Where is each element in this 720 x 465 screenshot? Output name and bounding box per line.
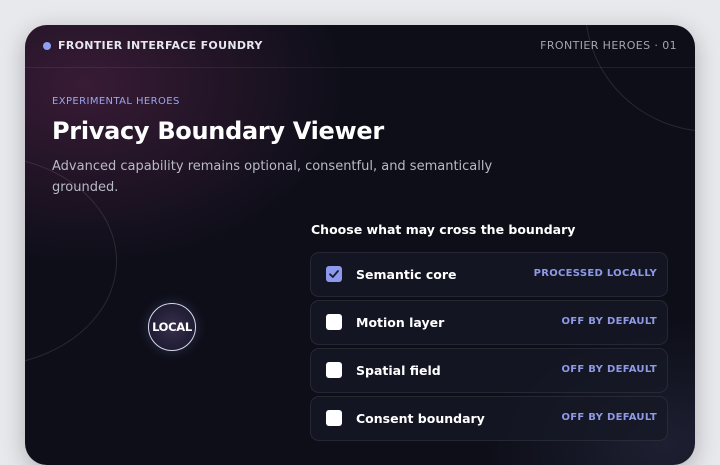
series-label: FRONTIER HEROES · 01 [540, 39, 677, 52]
spatial-field-checkbox[interactable] [326, 362, 342, 378]
boundary-options-list: Semantic core PROCESSED LOCALLY Motion l… [310, 252, 668, 444]
option-label: Semantic core [356, 267, 457, 282]
option-label: Consent boundary [356, 411, 485, 426]
option-label: Motion layer [356, 315, 445, 330]
page-subtitle: Advanced capability remains optional, co… [52, 159, 493, 195]
page-title: Privacy Boundary Viewer [52, 117, 384, 145]
option-label: Spatial field [356, 363, 441, 378]
privacy-boundary-window: FRONTIER INTERFACE FOUNDRY FRONTIER HERO… [25, 25, 695, 465]
brand-name: FRONTIER INTERFACE FOUNDRY [58, 39, 263, 52]
local-badge: LOCAL [148, 303, 196, 351]
option-consent-boundary[interactable]: Consent boundary OFF BY DEFAULT [310, 396, 668, 441]
eyebrow-label: EXPERIMENTAL HEROES [52, 96, 180, 107]
option-status: PROCESSED LOCALLY [533, 268, 657, 279]
option-motion-layer[interactable]: Motion layer OFF BY DEFAULT [310, 300, 668, 345]
brand-dot-icon [43, 42, 51, 50]
option-status: OFF BY DEFAULT [561, 412, 657, 423]
top-bar: FRONTIER INTERFACE FOUNDRY FRONTIER HERO… [25, 25, 695, 68]
option-status: OFF BY DEFAULT [561, 316, 657, 327]
option-spatial-field[interactable]: Spatial field OFF BY DEFAULT [310, 348, 668, 393]
option-status: OFF BY DEFAULT [561, 364, 657, 375]
local-badge-label: LOCAL [152, 320, 192, 334]
motion-layer-checkbox[interactable] [326, 314, 342, 330]
semantic-core-checkbox[interactable] [326, 266, 342, 282]
consent-boundary-checkbox[interactable] [326, 410, 342, 426]
option-semantic-core[interactable]: Semantic core PROCESSED LOCALLY [310, 252, 668, 297]
checkmark-icon [329, 270, 339, 278]
boundary-heading: Choose what may cross the boundary [311, 222, 576, 237]
